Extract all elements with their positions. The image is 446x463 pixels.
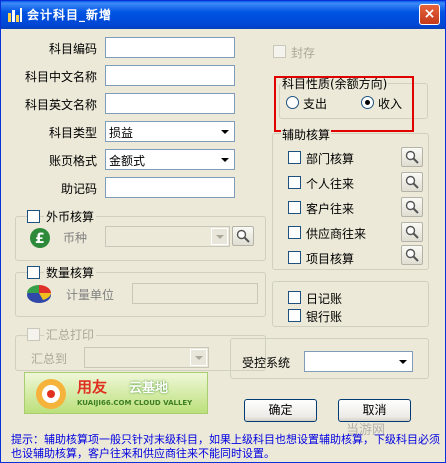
chevron-down-icon[interactable] [190, 349, 207, 366]
aux-supplier-search-button[interactable] [401, 222, 423, 242]
summary-print-checkbox[interactable] [27, 328, 40, 341]
currency-search-button[interactable] [232, 226, 254, 246]
chevron-down-icon[interactable] [216, 151, 233, 168]
unit-label: 计量单位 [66, 288, 115, 302]
seal-label: 封存 [291, 46, 316, 60]
banner-url: KUAIJI66.COM CLOUD VALLEY [77, 399, 193, 407]
aux-project-search-button[interactable] [401, 245, 423, 265]
logo-icon [36, 379, 66, 409]
daily-journal-checkbox[interactable] [288, 291, 301, 304]
ok-button[interactable]: 确定 [244, 399, 317, 422]
search-icon [236, 229, 250, 243]
chevron-down-icon[interactable] [216, 123, 233, 140]
aux-customer-search-button[interactable] [401, 197, 423, 217]
search-icon [405, 150, 419, 164]
aux-personal-search-button[interactable] [401, 172, 423, 192]
bank-journal-checkbox[interactable] [288, 309, 301, 322]
aux-project-label: 项目核算 [306, 252, 355, 266]
svg-text:£: £ [35, 231, 45, 247]
currency-label: 币种 [63, 231, 88, 245]
mnemonic-label: 助记码 [60, 182, 97, 196]
controlled-label: 受控系统 [242, 356, 291, 370]
window-title: 会计科目_新增 [27, 8, 113, 22]
en-name-input[interactable] [105, 93, 235, 114]
hint-text: 提示：辅助核算项一般只针对末级科目，如果上级科目也想设置辅助核算，下级科目必须也… [11, 433, 440, 460]
ledger-format-value: 金额式 [109, 154, 146, 168]
summary-to-select[interactable] [84, 347, 209, 368]
bank-journal-label: 银行账 [306, 310, 343, 324]
aux-supplier-checkbox[interactable] [288, 226, 301, 239]
aux-project-checkbox[interactable] [288, 251, 301, 264]
ledger-format-select[interactable]: 金额式 [105, 149, 235, 170]
en-name-label: 科目英文名称 [24, 98, 97, 112]
daily-journal-label: 日记账 [306, 292, 343, 306]
currency-icon: £ [30, 228, 50, 248]
controlled-select[interactable] [304, 351, 413, 372]
summary-print-title: 汇总打印 [44, 326, 97, 343]
type-select[interactable]: 损益 [105, 121, 235, 142]
highlight-box [274, 76, 414, 132]
search-icon [405, 200, 419, 214]
chevron-down-icon[interactable] [394, 353, 411, 370]
type-value: 损益 [109, 126, 134, 140]
cn-name-label: 科目中文名称 [24, 70, 97, 84]
cn-name-input[interactable] [105, 65, 235, 86]
dialog-window: 会计科目_新增 × 科目编码 科目中文名称 科目英文名称 科目类型 损益 账页格… [0, 0, 446, 463]
close-button[interactable]: × [419, 4, 440, 25]
summary-to-label: 汇总到 [31, 352, 68, 366]
seal-checkbox[interactable] [273, 45, 286, 58]
auxiliary-title: 辅助核算 [281, 126, 332, 143]
aux-dept-search-button[interactable] [401, 147, 423, 167]
title-bar[interactable]: 会计科目_新增 × [1, 1, 445, 29]
aux-supplier-label: 供应商往来 [306, 227, 367, 241]
search-icon [405, 225, 419, 239]
banner-sub: 云基地 [129, 381, 169, 396]
aux-customer-checkbox[interactable] [288, 201, 301, 214]
quantity-title: 数量核算 [44, 264, 97, 281]
unit-input[interactable] [132, 283, 258, 304]
aux-personal-checkbox[interactable] [288, 176, 301, 189]
foreign-checkbox[interactable] [27, 210, 40, 223]
banner-brand: 用友 [77, 378, 108, 396]
foreign-title: 外币核算 [44, 208, 97, 225]
search-icon [405, 175, 419, 189]
aux-personal-label: 个人往来 [306, 177, 355, 191]
pie-chart-icon [27, 285, 51, 303]
search-icon [405, 248, 419, 262]
type-label: 科目类型 [48, 126, 97, 140]
currency-select[interactable] [105, 226, 230, 247]
mnemonic-input[interactable] [105, 177, 235, 198]
aux-dept-checkbox[interactable] [288, 151, 301, 164]
code-label: 科目编码 [48, 42, 97, 56]
aux-customer-label: 客户往来 [306, 202, 355, 216]
quantity-checkbox[interactable] [27, 266, 40, 279]
code-input[interactable] [105, 37, 235, 58]
chevron-down-icon[interactable] [211, 228, 228, 245]
brand-banner: 用友 云基地 KUAIJI66.COM CLOUD VALLEY [24, 372, 208, 414]
aux-dept-label: 部门核算 [306, 152, 355, 166]
app-icon [8, 8, 22, 22]
ledger-format-label: 账页格式 [48, 154, 97, 168]
